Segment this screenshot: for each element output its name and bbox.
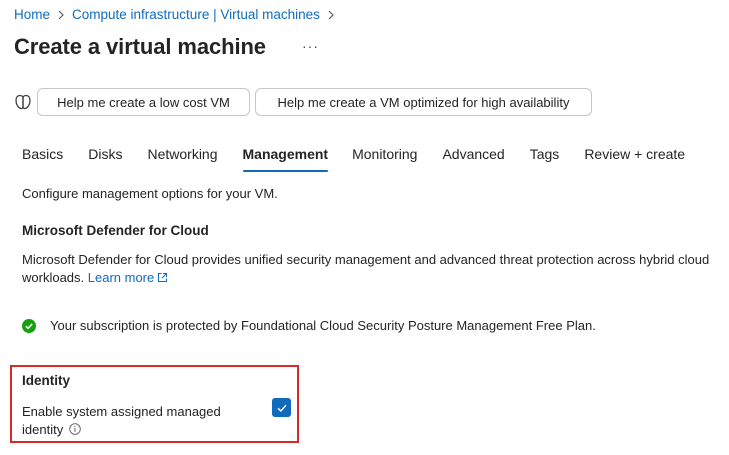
tab-review-create[interactable]: Review + create [584,146,685,170]
breadcrumb: Home Compute infrastructure | Virtual ma… [14,7,342,22]
tab-management[interactable]: Management [242,146,328,172]
tab-networking[interactable]: Networking [147,146,217,170]
tab-disks[interactable]: Disks [88,146,122,170]
page-title: Create a virtual machine [14,34,266,59]
learn-more-link[interactable]: Learn more [88,270,168,285]
chevron-right-icon [327,10,335,20]
tab-tags[interactable]: Tags [530,146,560,170]
more-options-button[interactable]: ··· [302,38,319,54]
checkmark-icon [277,404,287,412]
breadcrumb-vm-link[interactable]: Compute infrastructure | Virtual machine… [72,7,320,22]
defender-section-title: Microsoft Defender for Cloud [22,223,209,238]
external-link-icon [157,270,168,282]
defender-description: Microsoft Defender for Cloud provides un… [22,251,722,287]
check-circle-icon [22,318,36,333]
high-availability-vm-button[interactable]: Help me create a VM optimized for high a… [255,88,592,116]
learn-more-label[interactable]: Learn more [88,270,154,285]
management-intro: Configure management options for your VM… [22,186,278,201]
wizard-tabs: Basics Disks Networking Management Monit… [22,146,685,172]
managed-identity-label-text: Enable system assigned managed identity [22,404,221,437]
managed-identity-label: Enable system assigned managed identity [22,403,242,439]
tab-basics[interactable]: Basics [22,146,63,170]
low-cost-vm-button[interactable]: Help me create a low cost VM [37,88,250,116]
breadcrumb-home-link[interactable]: Home [14,7,50,22]
info-icon[interactable] [69,422,81,435]
chevron-right-icon [57,10,65,20]
tab-monitoring[interactable]: Monitoring [352,146,417,170]
defender-status-text: Your subscription is protected by Founda… [50,318,596,333]
managed-identity-checkbox[interactable] [272,398,291,417]
copilot-icon [14,93,32,111]
identity-section-title: Identity [22,373,71,388]
defender-status: Your subscription is protected by Founda… [22,318,596,333]
tab-advanced[interactable]: Advanced [442,146,504,170]
